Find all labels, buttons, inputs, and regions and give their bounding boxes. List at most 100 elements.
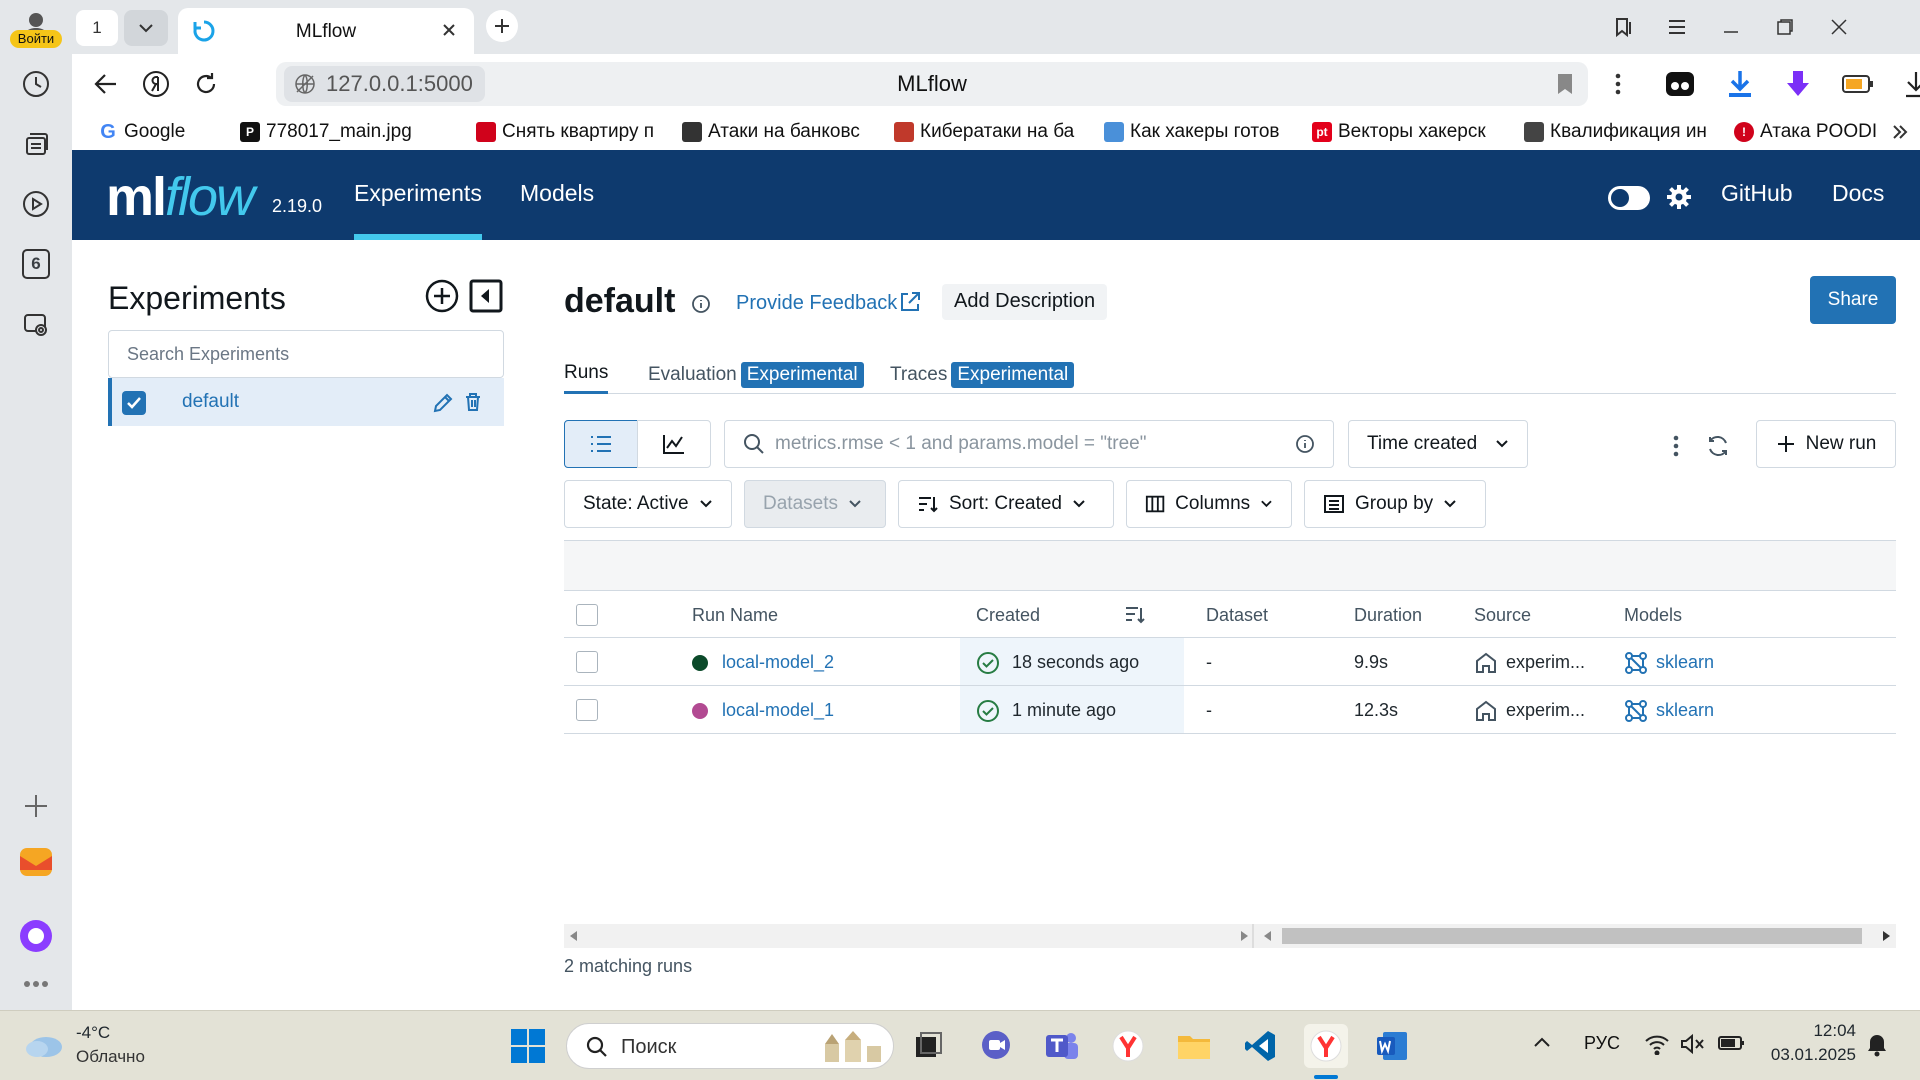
chart-view-button[interactable] <box>637 420 711 468</box>
dark-mode-toggle[interactable] <box>1608 186 1650 210</box>
delete-trash-icon[interactable] <box>464 392 482 412</box>
history-icon[interactable] <box>16 64 56 104</box>
screenshot-icon[interactable] <box>16 304 56 344</box>
download-extension-icon[interactable] <box>1780 66 1816 102</box>
tab-list-dropdown[interactable] <box>124 10 168 46</box>
teams-icon[interactable] <box>1040 1024 1084 1068</box>
source-link[interactable]: experim... <box>1506 686 1585 734</box>
bookmark-item[interactable]: Кибератаки на ба <box>894 118 1090 146</box>
datasets-filter-select[interactable]: Datasets <box>744 480 886 528</box>
bookmark-item[interactable]: G Google <box>98 118 228 146</box>
experiment-checkbox[interactable] <box>122 391 146 415</box>
time-created-select[interactable]: Time created <box>1348 420 1528 468</box>
sort-select[interactable]: Sort: Created <box>898 480 1114 528</box>
nav-docs[interactable]: Docs <box>1832 180 1884 207</box>
file-explorer-icon[interactable] <box>1172 1024 1216 1068</box>
address-bar[interactable]: 127.0.0.1:5000 MLflow <box>276 62 1588 106</box>
group-by-select[interactable]: Group by <box>1304 480 1486 528</box>
reload-icon[interactable] <box>190 68 222 100</box>
info-icon[interactable] <box>691 294 711 314</box>
header-duration[interactable]: Duration <box>1354 591 1422 639</box>
header-models[interactable]: Models <box>1624 591 1682 639</box>
close-window-icon[interactable] <box>1824 12 1854 42</box>
task-view-icon[interactable] <box>906 1024 950 1068</box>
edit-pencil-icon[interactable] <box>432 392 454 414</box>
yandex-icon[interactable] <box>140 68 172 100</box>
row-checkbox[interactable] <box>576 699 598 721</box>
bookmark-item[interactable]: Снять квартиру п <box>476 118 668 146</box>
menu-icon[interactable] <box>1662 12 1692 42</box>
word-icon[interactable] <box>1370 1024 1414 1068</box>
tab-runs[interactable]: Runs <box>564 362 609 394</box>
new-tab-button[interactable] <box>486 10 518 42</box>
volume-muted-icon[interactable] <box>1680 1033 1706 1055</box>
columns-select[interactable]: Columns <box>1126 480 1292 528</box>
add-icon[interactable] <box>16 786 56 826</box>
maximize-icon[interactable] <box>1770 12 1800 42</box>
collapse-sidebar-icon[interactable] <box>468 278 504 314</box>
windows-start-icon[interactable] <box>506 1024 550 1068</box>
taskbar-search[interactable]: Поиск <box>566 1023 894 1069</box>
bookmark-item[interactable]: ! Атака POODI <box>1734 118 1884 146</box>
new-run-button[interactable]: New run <box>1756 420 1896 468</box>
bookmark-item[interactable]: Квалификация ин <box>1524 118 1716 146</box>
yandex-browser-icon[interactable] <box>1106 1024 1150 1068</box>
refresh-icon[interactable] <box>1704 432 1732 460</box>
source-link[interactable]: experim... <box>1506 638 1585 686</box>
video-icon[interactable] <box>16 184 56 224</box>
bookmark-icon[interactable] <box>1556 72 1574 96</box>
bookmark-panel-icon[interactable] <box>1608 12 1638 42</box>
clock-time[interactable]: 12:04 <box>1760 1021 1856 1041</box>
runs-search-input[interactable]: metrics.rmse < 1 and params.model = "tre… <box>724 420 1334 468</box>
run-name-link[interactable]: local-model_1 <box>692 686 834 734</box>
header-source[interactable]: Source <box>1474 591 1531 639</box>
yandex-browser-active-icon[interactable] <box>1304 1024 1348 1068</box>
list-view-button[interactable] <box>564 420 638 468</box>
bookmark-item[interactable]: Атаки на банковс <box>682 118 876 146</box>
more-options-icon[interactable] <box>1662 432 1690 460</box>
mail-icon[interactable] <box>16 842 56 882</box>
scrollbar-thumb[interactable] <box>1282 928 1862 944</box>
header-created[interactable]: Created <box>976 591 1040 639</box>
chevron-up-icon[interactable] <box>1532 1035 1552 1049</box>
create-experiment-icon[interactable] <box>424 278 460 314</box>
counter-badge[interactable]: 6 <box>16 244 56 284</box>
run-name-link[interactable]: local-model_2 <box>692 638 834 686</box>
bookmark-item[interactable]: Как хакеры готов <box>1104 118 1296 146</box>
vscode-icon[interactable] <box>1238 1024 1282 1068</box>
download-manager-icon[interactable] <box>1722 66 1758 102</box>
add-description-button[interactable]: Add Description <box>942 284 1108 320</box>
battery-icon[interactable] <box>1718 1035 1746 1051</box>
provide-feedback-link[interactable]: Provide Feedback <box>736 292 897 315</box>
search-experiments-input[interactable]: Search Experiments <box>108 330 504 378</box>
active-tab[interactable]: MLflow <box>178 8 474 54</box>
model-link[interactable]: sklearn <box>1656 638 1714 686</box>
close-tab-icon[interactable] <box>438 19 460 41</box>
cloudy-weather-icon[interactable] <box>24 1029 64 1059</box>
bookmark-item[interactable]: P 778017_main.jpg <box>240 118 464 146</box>
wifi-icon[interactable] <box>1644 1033 1670 1055</box>
clock-date[interactable]: 03.01.2025 <box>1760 1045 1856 1065</box>
bookmark-item[interactable]: pt Векторы хакерск <box>1312 118 1508 146</box>
extension-icon[interactable] <box>1662 66 1698 102</box>
language-indicator[interactable]: РУС <box>1584 1033 1620 1054</box>
tab-evaluation[interactable]: Evaluation Experimental <box>648 362 864 394</box>
row-checkbox[interactable] <box>576 651 598 673</box>
header-dataset[interactable]: Dataset <box>1206 591 1268 639</box>
model-link[interactable]: sklearn <box>1656 686 1714 734</box>
settings-gear-icon[interactable] <box>1666 184 1692 210</box>
horizontal-scrollbar[interactable] <box>564 924 1896 948</box>
minimize-icon[interactable] <box>1716 12 1746 42</box>
more-icon[interactable] <box>16 964 56 1004</box>
header-run-name[interactable]: Run Name <box>692 591 778 639</box>
collections-icon[interactable] <box>16 124 56 164</box>
battery-saver-icon[interactable] <box>1840 66 1876 102</box>
notification-bell-icon[interactable] <box>1866 1033 1888 1057</box>
nav-experiments[interactable]: Experiments <box>354 180 482 207</box>
login-button[interactable]: Войти <box>10 30 62 48</box>
more-vertical-icon[interactable] <box>1600 66 1636 102</box>
more-bookmarks-icon[interactable] <box>1892 118 1914 146</box>
state-filter-select[interactable]: State: Active <box>564 480 732 528</box>
chat-icon[interactable] <box>974 1024 1018 1068</box>
tab-count-button[interactable]: 1 <box>76 10 118 46</box>
